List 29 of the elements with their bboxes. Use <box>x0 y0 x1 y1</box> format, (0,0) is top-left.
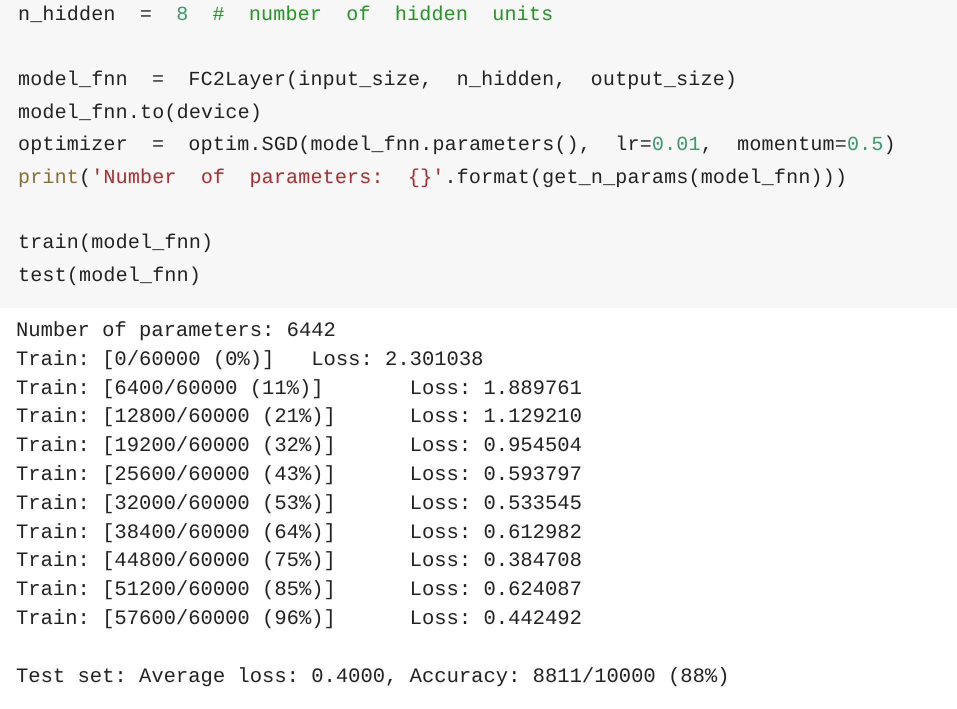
progress-text: Train: [25600/60000 (43%)] <box>16 464 336 487</box>
loss-text: Loss: 0.533545 <box>410 492 582 518</box>
code-line: model_fnn.to(device) <box>18 100 262 127</box>
progress-text: Train: [38400/60000 (64%)] <box>16 522 336 545</box>
loss-text: Loss: 0.612982 <box>410 520 582 547</box>
loss-text: Loss: 0.442492 <box>410 606 582 633</box>
code-line: train(model_fnn) <box>18 231 214 258</box>
loss-text: Loss: 0.624087 <box>410 578 582 604</box>
loss-text: Loss: 1.129210 <box>410 405 582 432</box>
progress-text: Train: [32000/60000 (53%)] <box>16 492 336 516</box>
progress-text: Train: [51200/60000 (85%)] <box>16 579 336 602</box>
loss-text: Loss: 2.301038 <box>311 348 484 374</box>
progress-text: Train: [44800/60000 (75%)] <box>16 550 336 574</box>
code-line: test(model_fnn) <box>18 264 202 290</box>
progress-text: Train: [57600/60000 (96%)] <box>16 608 336 631</box>
loss-text: Loss: 0.954504 <box>410 434 582 460</box>
output-line: Test set: Average loss: 0.4000, Accuracy: 8811/10000 (88%) <box>16 664 730 691</box>
code-line: optimizer = optim.SGD(model_fnn.parameters(), lr=0.01, momentum=0.5) <box>18 133 896 160</box>
code-line: print('Number of parameters: {}'.format(get_n_params(model_fnn))) <box>18 166 848 192</box>
loss-text: Loss: 0.384708 <box>410 549 582 576</box>
loss-text: Loss: 1.889761 <box>410 376 582 403</box>
code-line: n_hidden = 8 # number of hidden units <box>18 3 554 29</box>
output-line: Number of parameters: 6442 <box>16 319 336 345</box>
code-line: model_fnn = FC2Layer(input_size, n_hidden, output_size) <box>18 68 738 94</box>
progress-text: Train: [19200/60000 (32%)] <box>16 435 336 458</box>
progress-text: Train: [6400/60000 (11%)] <box>16 378 324 401</box>
loss-text: Loss: 0.593797 <box>410 462 582 489</box>
progress-text: Train: [0/60000 (0%)] <box>16 348 274 372</box>
progress-text: Train: [12800/60000 (21%)] <box>16 406 336 430</box>
